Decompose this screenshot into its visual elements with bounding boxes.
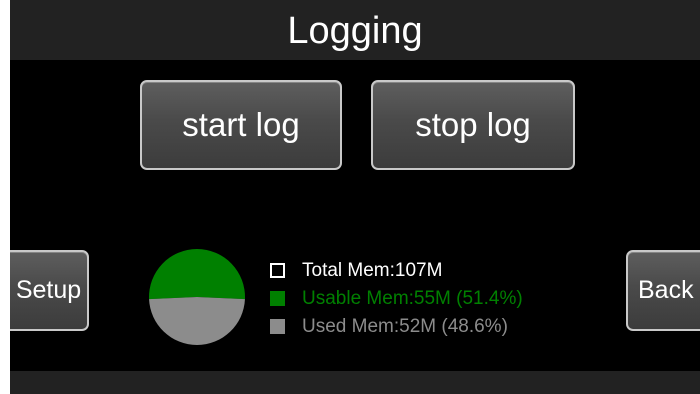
title-bar: Logging: [10, 0, 700, 60]
legend-swatch-usable: [270, 291, 285, 306]
stop-log-button[interactable]: stop log: [371, 80, 575, 170]
status-bar: [10, 371, 700, 394]
total-mem-label: Total Mem:107M: [302, 260, 443, 281]
pie-slice-usable: [149, 249, 245, 300]
used-mem-label: Used Mem:52M (48.6%): [302, 316, 508, 337]
page-title: Logging: [287, 10, 423, 52]
back-button[interactable]: Back: [626, 250, 700, 331]
usable-mem-label: Usable Mem:55M (51.4%): [302, 288, 523, 309]
legend-swatch-used: [270, 319, 285, 334]
pie-slice-used: [149, 297, 245, 346]
legend-swatch-total: [270, 263, 285, 278]
logging-screen: Logging start log stop log Setup Back To…: [10, 0, 700, 394]
start-log-button[interactable]: start log: [140, 80, 342, 170]
setup-button[interactable]: Setup: [10, 250, 89, 331]
memory-pie-chart: [149, 249, 245, 346]
